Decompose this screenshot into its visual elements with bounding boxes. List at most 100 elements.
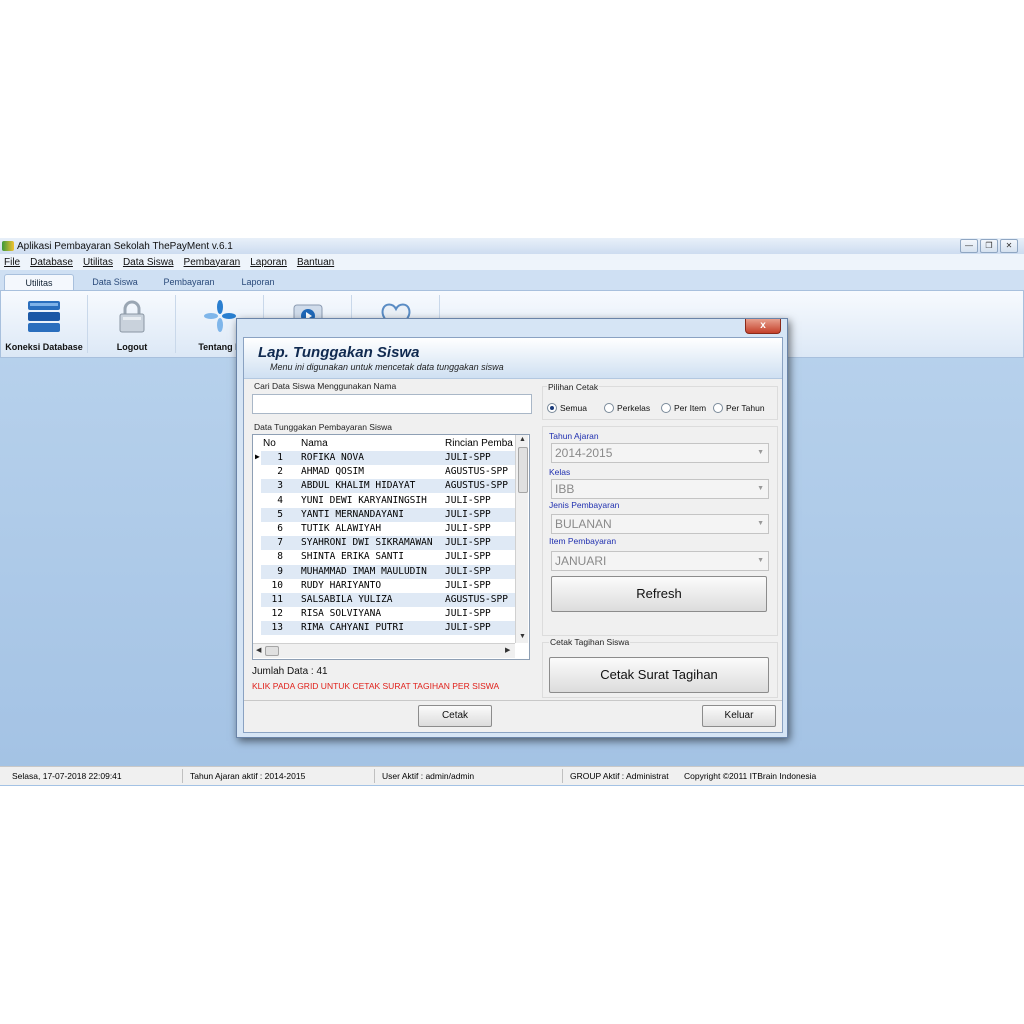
table-row[interactable]: 2 AHMAD QOSIM AGUSTUS-SPP — [253, 465, 515, 480]
search-input[interactable] — [252, 394, 532, 414]
app-icon — [2, 241, 14, 251]
status-group: GROUP Aktif : Administrat — [570, 771, 669, 781]
close-icon[interactable]: ✕ — [1000, 239, 1018, 253]
menu-database[interactable]: Database — [30, 257, 73, 268]
minimize-icon[interactable]: — — [960, 239, 978, 253]
radio-perkelas-label: Perkelas — [617, 403, 651, 413]
cetak-surat-tagihan-button[interactable]: Cetak Surat Tagihan — [549, 657, 769, 693]
tahun-select[interactable]: 2014-2015 ▼ — [551, 443, 769, 463]
cell-rincian: JULI-SPP — [445, 608, 491, 620]
logout-button[interactable]: Logout — [89, 295, 176, 353]
refresh-button[interactable]: Refresh — [551, 576, 767, 612]
radio-semua[interactable]: Semua — [547, 403, 587, 413]
cell-rincian: JULI-SPP — [445, 494, 491, 506]
grid-horizontal-scrollbar[interactable]: ◀ ▶ — [253, 643, 515, 658]
chevron-down-icon: ▼ — [757, 449, 764, 456]
jenis-label: Jenis Pembayaran — [549, 500, 620, 510]
koneksi-database-button[interactable]: Koneksi Database — [1, 295, 88, 353]
cell-no: 9 — [277, 565, 283, 577]
cetak-tagihan-panel: Cetak Tagihan Siswa Cetak Surat Tagihan — [542, 637, 778, 698]
menu-file[interactable]: File — [4, 257, 20, 268]
cell-rincian: AGUSTUS-SPP — [445, 594, 508, 605]
database-icon — [28, 301, 60, 332]
item-select[interactable]: JANUARI ▼ — [551, 551, 769, 571]
scroll-thumb[interactable] — [518, 447, 528, 493]
column-no[interactable]: No — [263, 438, 276, 449]
radio-per-item[interactable]: Per Item — [661, 403, 706, 413]
status-datetime: Selasa, 17-07-2018 22:09:41 — [12, 771, 122, 781]
cell-rincian: JULI-SPP — [445, 622, 491, 634]
status-separator — [374, 769, 375, 783]
table-row[interactable]: 4 YUNI DEWI KARYANINGSIH JULI-SPP — [253, 493, 515, 508]
kelas-value: IBB — [555, 482, 575, 496]
column-nama[interactable]: Nama — [301, 438, 328, 449]
cell-no: 13 — [271, 622, 283, 634]
scroll-right-icon[interactable]: ▶ — [505, 646, 510, 654]
scroll-up-icon[interactable]: ▲ — [519, 436, 526, 443]
radio-per-tahun-label: Per Tahun — [726, 403, 765, 413]
radio-semua-label: Semua — [560, 403, 587, 413]
radio-unchecked-icon — [661, 403, 671, 413]
scroll-h-thumb[interactable] — [265, 646, 279, 656]
divider — [244, 700, 782, 701]
pinwheel-icon — [204, 300, 236, 332]
radio-per-tahun[interactable]: Per Tahun — [713, 403, 765, 413]
cell-no: 11 — [271, 594, 283, 605]
table-row[interactable]: 6 TUTIK ALAWIYAH JULI-SPP — [253, 522, 515, 536]
jenis-select[interactable]: BULANAN ▼ — [551, 514, 769, 534]
pilihan-cetak-panel: Pilihan Cetak Semua Perkelas Per Item Pe… — [542, 382, 778, 420]
status-user: User Aktif : admin/admin — [382, 771, 475, 781]
table-row[interactable]: 12 RISA SOLVIYANA JULI-SPP — [253, 607, 515, 622]
tunggakan-grid[interactable]: No Nama Rincian Pemba ▶ 1 ROFIKA NOVA JULI-… — [252, 434, 530, 660]
cell-nama: SHINTA ERIKA SANTI — [301, 551, 404, 563]
cell-no: 5 — [277, 508, 283, 520]
cell-nama: TUTIK ALAWIYAH — [301, 523, 382, 534]
grid-vertical-scrollbar[interactable]: ▲ ▼ — [515, 435, 528, 643]
table-row[interactable]: 11 SALSABILA YULIZA AGUSTUS-SPP — [253, 593, 515, 607]
radio-unchecked-icon — [713, 403, 723, 413]
menu-pembayaran[interactable]: Pembayaran — [184, 257, 241, 268]
tab-pembayaran[interactable]: Pembayaran — [156, 274, 222, 290]
cell-nama: AHMAD QOSIM — [301, 466, 364, 478]
menu-laporan[interactable]: Laporan — [250, 257, 287, 268]
cetak-button[interactable]: Cetak — [418, 705, 492, 727]
cell-no: 8 — [277, 551, 283, 563]
tahun-label: Tahun Ajaran — [549, 431, 599, 441]
kelas-select[interactable]: IBB ▼ — [551, 479, 769, 499]
radio-perkelas[interactable]: Perkelas — [604, 403, 650, 413]
tab-laporan[interactable]: Laporan — [230, 274, 286, 290]
item-label: Item Pembayaran — [549, 536, 617, 546]
koneksi-database-label: Koneksi Database — [5, 342, 83, 352]
scroll-down-icon[interactable]: ▼ — [519, 633, 526, 640]
cell-no: 1 — [277, 452, 283, 463]
table-row[interactable]: ▶ 1 ROFIKA NOVA JULI-SPP — [253, 451, 515, 465]
status-copyright: Copyright ©2011 ITBrain Indonesia — [684, 771, 817, 781]
table-row[interactable]: 8 SHINTA ERIKA SANTI JULI-SPP — [253, 550, 515, 565]
table-row[interactable]: 5 YANTI MERNANDAYANI JULI-SPP — [253, 507, 515, 522]
cetak-tagihan-label: Cetak Tagihan Siswa — [549, 637, 631, 647]
dialog-close-button[interactable]: x — [745, 319, 781, 334]
table-row[interactable]: 10 RUDY HARIYANTO JULI-SPP — [253, 578, 515, 593]
radio-per-item-label: Per Item — [674, 403, 707, 413]
cell-rincian: AGUSTUS-SPP — [445, 466, 508, 478]
search-label: Cari Data Siswa Menggunakan Nama — [254, 381, 397, 391]
column-rincian[interactable]: Rincian Pemba — [445, 438, 513, 449]
menu-bantuan[interactable]: Bantuan — [297, 257, 334, 268]
klik-note: KLIK PADA GRID UNTUK CETAK SURAT TAGIHAN… — [252, 681, 500, 691]
restore-icon[interactable]: ❐ — [980, 239, 998, 253]
chevron-down-icon: ▼ — [757, 520, 764, 527]
tab-data-siswa[interactable]: Data Siswa — [82, 274, 148, 290]
menu-utilitas[interactable]: Utilitas — [83, 257, 113, 268]
menu-data-siswa[interactable]: Data Siswa — [123, 257, 174, 268]
keluar-button[interactable]: Keluar — [702, 705, 776, 727]
cell-nama: MUHAMMAD IMAM MAULUDIN — [301, 565, 427, 577]
tab-utilitas[interactable]: Utilitas — [4, 274, 74, 291]
status-separator — [182, 769, 183, 783]
table-row[interactable]: 9 MUHAMMAD IMAM MAULUDIN JULI-SPP — [253, 564, 515, 579]
table-row[interactable]: 7 SYAHRONI DWI SIKRAMAWAN JULI-SPP — [253, 536, 515, 551]
table-row[interactable]: 13 RIMA CAHYANI PUTRI JULI-SPP — [253, 621, 515, 636]
menu-bar: File Database Utilitas Data Siswa Pembay… — [0, 254, 1024, 270]
scroll-left-icon[interactable]: ◀ — [256, 646, 261, 654]
table-row[interactable]: 3 ABDUL KHALIM HIDAYAT AGUSTUS-SPP — [253, 479, 515, 494]
cell-nama: SALSABILA YULIZA — [301, 594, 393, 605]
